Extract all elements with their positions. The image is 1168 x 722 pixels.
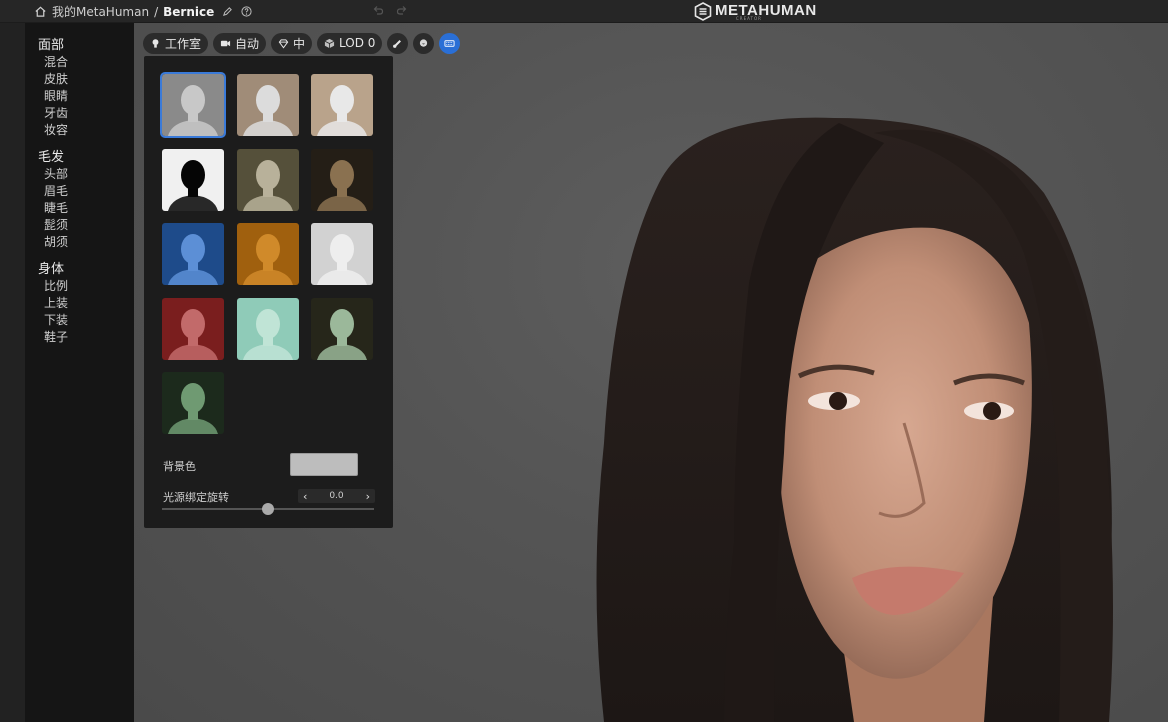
section-title-face[interactable]: 面部 bbox=[25, 37, 134, 54]
preset-head-icon bbox=[162, 372, 224, 434]
light-rotation-label: 光源绑定旋转 bbox=[163, 491, 229, 504]
sidebar-item-beard[interactable]: 胡须 bbox=[25, 234, 134, 251]
logo-text: METAHUMAN bbox=[715, 2, 817, 19]
left-strip bbox=[0, 23, 25, 722]
preset-head-icon bbox=[311, 297, 373, 360]
metahuman-logo: METAHUMAN CREATOR bbox=[694, 1, 817, 21]
sidebar-item-eyelashes[interactable]: 睫毛 bbox=[25, 200, 134, 217]
top-bar: 我的MetaHuman / Bernice METAHUMAN CREATOR bbox=[0, 0, 1168, 23]
sidebar-item-skin[interactable]: 皮肤 bbox=[25, 71, 134, 88]
camera-button[interactable]: 自动 bbox=[213, 32, 267, 54]
help-icon[interactable] bbox=[241, 6, 252, 17]
sidebar-item-mustache[interactable]: 髭须 bbox=[25, 217, 134, 234]
section-face: 面部 混合 皮肤 眼睛 牙齿 妆容 bbox=[25, 37, 134, 139]
lighting-preset-green-night[interactable] bbox=[162, 372, 224, 434]
section-title-body[interactable]: 身体 bbox=[25, 261, 134, 278]
viewport-toolbar: 工作室 自动 中 LOD 0 bbox=[143, 32, 461, 54]
left-iris bbox=[829, 392, 847, 410]
video-camera-icon bbox=[220, 40, 231, 46]
head-icon bbox=[420, 38, 428, 47]
preset-head-icon bbox=[311, 74, 373, 136]
lighting-preset-mint[interactable] bbox=[236, 297, 299, 360]
sidebar-item-proportions[interactable]: 比例 bbox=[25, 278, 134, 295]
edit-icon[interactable] bbox=[222, 6, 233, 17]
sidebar-item-head-hair[interactable]: 头部 bbox=[25, 166, 134, 183]
right-iris bbox=[983, 402, 1001, 420]
home-icon[interactable] bbox=[34, 5, 47, 18]
sidebar-item-eyebrows[interactable]: 眉毛 bbox=[25, 183, 134, 200]
preset-head-icon bbox=[162, 74, 224, 136]
lighting-preset-high-key[interactable] bbox=[311, 223, 373, 285]
metahuman-logo-icon bbox=[694, 1, 712, 21]
undo-icon[interactable] bbox=[372, 4, 384, 16]
sidebar-item-eyes[interactable]: 眼睛 bbox=[25, 88, 134, 105]
light-rotation-slider-handle[interactable] bbox=[262, 503, 274, 515]
lighting-preset-warm-gray[interactable] bbox=[236, 74, 299, 136]
sidebar-item-makeup[interactable]: 妆容 bbox=[25, 122, 134, 139]
breadcrumb-root[interactable]: 我的MetaHuman bbox=[52, 3, 149, 20]
lighting-preset-silhouette[interactable] bbox=[162, 148, 224, 211]
diamond-icon bbox=[278, 38, 289, 48]
section-hair: 毛发 头部 眉毛 睫毛 髭须 胡须 bbox=[25, 149, 134, 251]
cube-icon bbox=[324, 38, 335, 48]
head-view-button[interactable] bbox=[413, 32, 435, 54]
redo-icon[interactable] bbox=[396, 4, 408, 16]
preset-head-icon bbox=[162, 223, 224, 285]
bg-color-label: 背景色 bbox=[163, 460, 196, 473]
light-rotation-value[interactable]: 0.0 bbox=[329, 491, 343, 501]
breadcrumb-separator: / bbox=[154, 4, 159, 19]
light-bulb-icon bbox=[152, 38, 159, 48]
preset-head-icon bbox=[236, 74, 299, 136]
lighting-button[interactable]: 工作室 bbox=[143, 32, 209, 54]
bg-color-swatch[interactable] bbox=[290, 453, 358, 476]
light-rotation-stepper[interactable]: ‹ 0.0 › bbox=[298, 489, 375, 503]
lighting-preset-studio[interactable] bbox=[160, 72, 226, 138]
section-title-hair[interactable]: 毛发 bbox=[25, 149, 134, 166]
lighting-preset-amber[interactable] bbox=[236, 223, 299, 285]
breadcrumb-current: Bernice bbox=[163, 4, 215, 19]
sidebar-item-teeth[interactable]: 牙齿 bbox=[25, 105, 134, 122]
brush-icon bbox=[393, 39, 402, 48]
keyboard-icon bbox=[444, 39, 455, 47]
preset-head-icon bbox=[236, 297, 299, 360]
section-body: 身体 比例 上装 下装 鞋子 bbox=[25, 261, 134, 346]
logo-subtitle: CREATOR bbox=[736, 16, 762, 21]
lighting-preset-red-rim[interactable] bbox=[162, 297, 224, 360]
breadcrumb: 我的MetaHuman / Bernice bbox=[34, 3, 252, 20]
animation-button[interactable] bbox=[387, 32, 409, 54]
sidebar: 面部 混合 皮肤 眼睛 牙齿 妆容 毛发 头部 眉毛 睫毛 髭须 胡须 身体 比… bbox=[25, 23, 134, 722]
lighting-preset-low-key[interactable] bbox=[311, 148, 373, 211]
quality-button[interactable]: 中 bbox=[271, 32, 313, 54]
preset-head-icon bbox=[162, 148, 224, 211]
preset-head-icon bbox=[311, 148, 373, 211]
lighting-preset-bokeh[interactable] bbox=[311, 297, 373, 360]
sidebar-item-shoes[interactable]: 鞋子 bbox=[25, 329, 134, 346]
sidebar-item-blend[interactable]: 混合 bbox=[25, 54, 134, 71]
keyboard-button[interactable] bbox=[439, 32, 461, 54]
preset-head-icon bbox=[236, 148, 299, 211]
lighting-label: 工作室 bbox=[165, 36, 202, 51]
sidebar-item-top[interactable]: 上装 bbox=[25, 295, 134, 312]
preset-head-icon bbox=[311, 223, 373, 285]
lighting-preset-olive[interactable] bbox=[236, 148, 299, 211]
preset-head-icon bbox=[162, 297, 224, 360]
quality-label: 中 bbox=[293, 36, 306, 51]
sidebar-item-bottom[interactable]: 下装 bbox=[25, 312, 134, 329]
camera-label: 自动 bbox=[235, 36, 260, 51]
lod-label: LOD 0 bbox=[339, 36, 376, 50]
lod-button[interactable]: LOD 0 bbox=[317, 32, 383, 54]
chevron-left-icon[interactable]: ‹ bbox=[303, 490, 307, 503]
lighting-panel: 背景色 光源绑定旋转 ‹ 0.0 › bbox=[144, 56, 393, 528]
lighting-preset-blue[interactable] bbox=[162, 223, 224, 285]
chevron-right-icon[interactable]: › bbox=[366, 490, 370, 503]
lighting-preset-outdoor[interactable] bbox=[311, 74, 373, 136]
preset-head-icon bbox=[236, 223, 299, 285]
